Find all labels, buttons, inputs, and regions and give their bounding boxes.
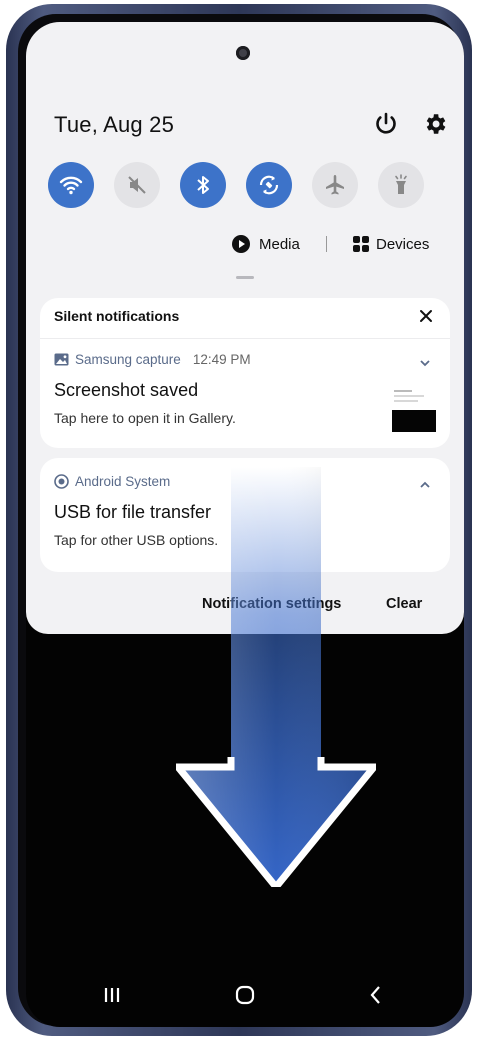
notification-header: Android System [54, 474, 170, 489]
recent-apps-icon [104, 988, 120, 1002]
airplane-mode-icon [326, 175, 344, 195]
android-system-icon [54, 474, 69, 489]
app-name: Samsung capture [75, 352, 181, 367]
date-label: Tue, Aug 25 [54, 112, 175, 137]
recent-apps-button[interactable] [92, 980, 132, 1010]
divider [40, 338, 450, 339]
phone-screen: Tue, Aug 25 Media Devices Silent notific… [26, 22, 464, 1027]
play-icon [232, 235, 250, 253]
notification-text[interactable]: Tap here to open it in Gallery. [54, 410, 236, 426]
wifi-toggle[interactable] [48, 162, 94, 208]
home-button[interactable] [225, 980, 265, 1010]
separator [326, 236, 327, 252]
devices-icon [353, 236, 369, 252]
media-button[interactable]: Media [231, 232, 300, 256]
silent-notifications-card: Silent notifications Samsung capture 12:… [40, 298, 450, 448]
notification-time: 12:49 PM [192, 352, 251, 367]
notification-header: Samsung capture 12:49 PM [54, 352, 251, 367]
gallery-icon [54, 353, 69, 366]
bluetooth-icon [197, 176, 209, 194]
back-button[interactable] [356, 980, 396, 1010]
flashlight-toggle[interactable] [378, 162, 424, 208]
power-icon[interactable] [372, 110, 400, 138]
sound-toggle[interactable] [114, 162, 160, 208]
close-icon[interactable] [416, 306, 436, 326]
auto-rotate-toggle[interactable] [246, 162, 292, 208]
clear-button[interactable]: Clear [386, 596, 422, 612]
chevron-down-icon[interactable] [418, 356, 432, 370]
notification-title[interactable]: Screenshot saved [54, 380, 198, 401]
airplane-mode-toggle[interactable] [312, 162, 358, 208]
app-name: Android System [75, 474, 171, 489]
auto-rotate-icon [259, 175, 279, 195]
media-label: Media [259, 235, 300, 253]
front-camera [236, 46, 250, 60]
panel-drag-handle[interactable] [236, 276, 254, 279]
screenshot-thumbnail[interactable] [392, 386, 436, 432]
mute-icon [128, 176, 146, 194]
devices-label: Devices [376, 235, 430, 253]
home-icon [235, 985, 255, 1005]
chevron-up-icon[interactable] [418, 478, 432, 492]
swipe-down-arrow-icon [176, 467, 376, 887]
gear-icon[interactable] [422, 111, 448, 137]
devices-button[interactable]: Devices [352, 232, 429, 256]
back-icon [370, 986, 380, 1004]
flashlight-icon [395, 174, 407, 194]
bluetooth-toggle[interactable] [180, 162, 226, 208]
silent-notifications-title: Silent notifications [54, 308, 180, 324]
wifi-icon [59, 176, 83, 195]
